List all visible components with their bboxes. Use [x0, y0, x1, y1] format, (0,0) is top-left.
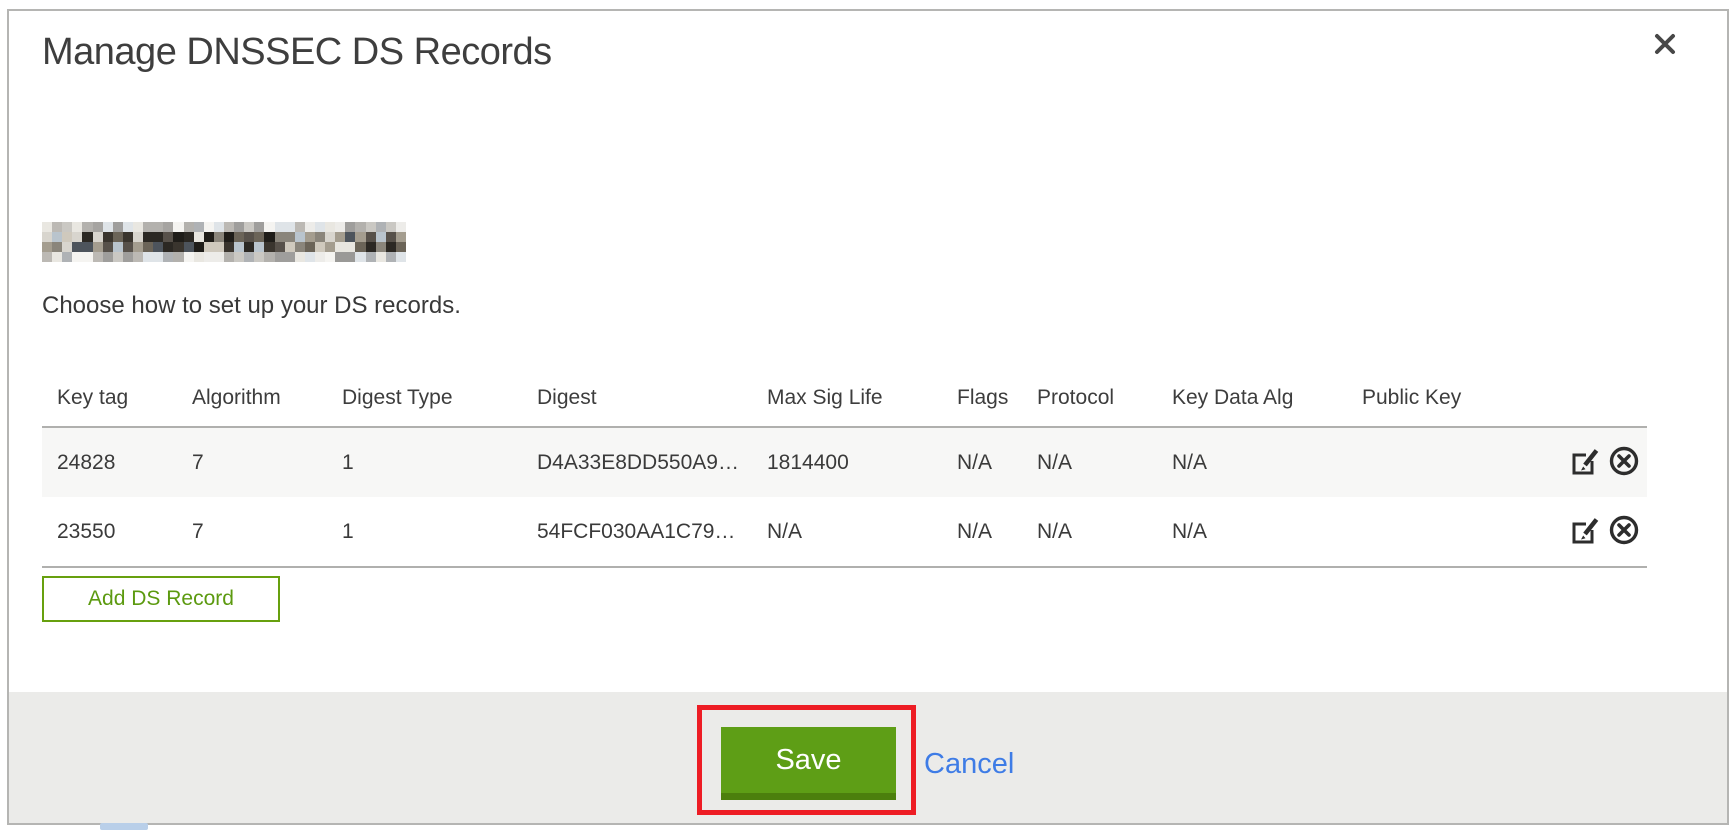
cell-digest-type: 1 — [327, 497, 522, 567]
dialog-footer: Save Cancel — [9, 692, 1727, 823]
close-button[interactable] — [1647, 27, 1683, 63]
delete-record-button[interactable] — [1607, 513, 1641, 550]
table-row: 23550 7 1 54FCF030AA1C79… N/A N/A N/A N/… — [42, 497, 1647, 567]
col-header-digest: Digest — [522, 355, 752, 427]
col-header-key-tag: Key tag — [42, 355, 177, 427]
cell-digest-type: 1 — [327, 427, 522, 497]
cell-protocol: N/A — [1022, 497, 1157, 567]
save-button[interactable]: Save — [721, 727, 896, 800]
cell-digest: D4A33E8DD550A9… — [522, 427, 752, 497]
col-header-actions — [1547, 355, 1647, 427]
delete-icon — [1607, 535, 1641, 550]
cell-public-key — [1347, 427, 1547, 497]
manage-dnssec-dialog: Manage DNSSEC DS Records Choose how to s… — [7, 9, 1729, 825]
edit-icon — [1569, 465, 1601, 480]
delete-record-button[interactable] — [1607, 444, 1641, 481]
col-header-protocol: Protocol — [1022, 355, 1157, 427]
close-icon — [1650, 47, 1680, 62]
cell-flags: N/A — [942, 427, 1022, 497]
edit-record-button[interactable] — [1569, 445, 1601, 480]
cell-key-data-alg: N/A — [1157, 427, 1347, 497]
cell-protocol: N/A — [1022, 427, 1157, 497]
edit-icon — [1569, 534, 1601, 549]
page-title: Manage DNSSEC DS Records — [42, 31, 552, 74]
col-header-public-key: Public Key — [1347, 355, 1547, 427]
cell-flags: N/A — [942, 497, 1022, 567]
cell-key-data-alg: N/A — [1157, 497, 1347, 567]
cell-key-tag: 24828 — [42, 427, 177, 497]
col-header-key-data-alg: Key Data Alg — [1157, 355, 1347, 427]
table-header-row: Key tag Algorithm Digest Type Digest Max… — [42, 355, 1647, 427]
cell-key-tag: 23550 — [42, 497, 177, 567]
add-ds-record-button[interactable]: Add DS Record — [42, 576, 280, 622]
cell-actions — [1547, 427, 1647, 497]
col-header-max-sig-life: Max Sig Life — [752, 355, 942, 427]
col-header-flags: Flags — [942, 355, 1022, 427]
cancel-link[interactable]: Cancel — [924, 748, 1014, 781]
col-header-digest-type: Digest Type — [327, 355, 522, 427]
edit-record-button[interactable] — [1569, 514, 1601, 549]
cell-digest: 54FCF030AA1C79… — [522, 497, 752, 567]
col-header-algorithm: Algorithm — [177, 355, 327, 427]
cell-max-sig-life: 1814400 — [752, 427, 942, 497]
cell-algorithm: 7 — [177, 427, 327, 497]
cell-algorithm: 7 — [177, 497, 327, 567]
cell-public-key — [1347, 497, 1547, 567]
redacted-domain-name — [42, 222, 406, 262]
ds-records-table: Key tag Algorithm Digest Type Digest Max… — [42, 355, 1647, 568]
background-page-glimpse — [100, 823, 148, 830]
delete-icon — [1607, 466, 1641, 481]
instruction-text: Choose how to set up your DS records. — [42, 292, 461, 320]
cell-actions — [1547, 497, 1647, 567]
table-row: 24828 7 1 D4A33E8DD550A9… 1814400 N/A N/… — [42, 427, 1647, 497]
cell-max-sig-life: N/A — [752, 497, 942, 567]
